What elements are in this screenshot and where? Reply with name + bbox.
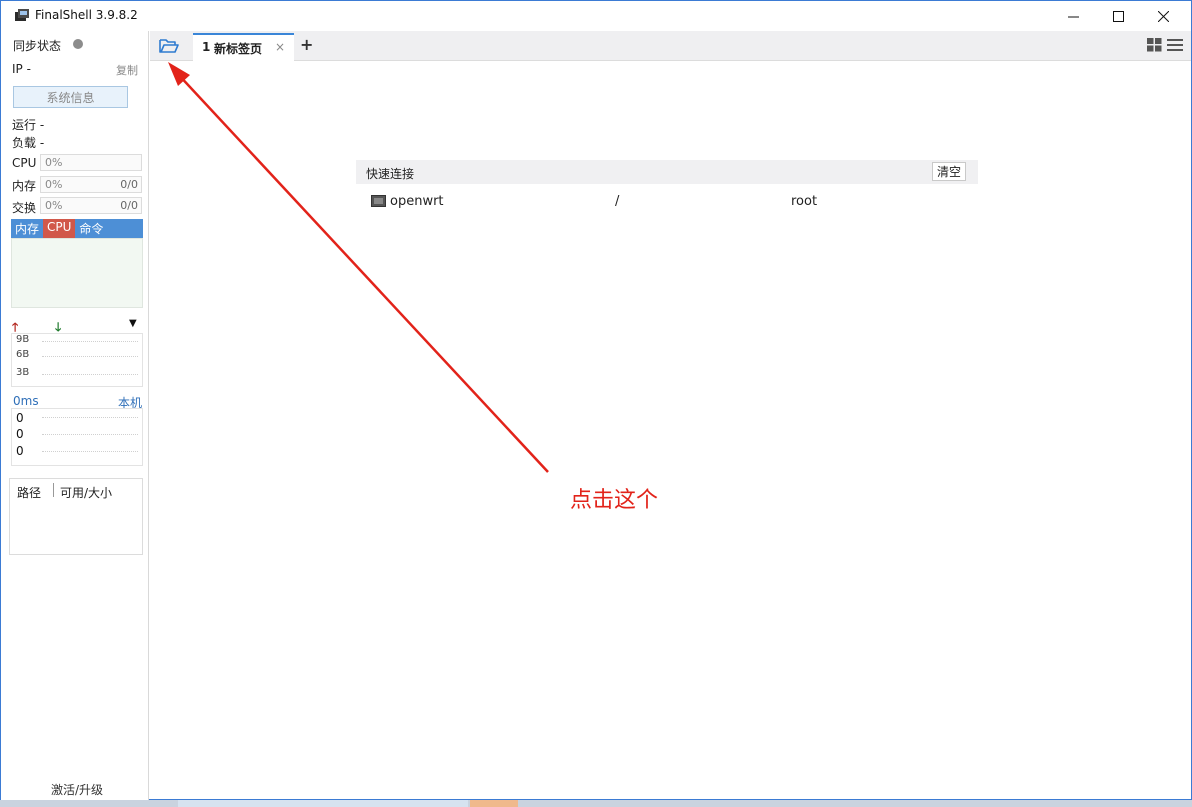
window-title: FinalShell 3.9.8.2 <box>35 8 138 22</box>
minimize-button[interactable] <box>1050 1 1096 31</box>
sidebar: 同步状态 IP - 复制 系统信息 运行 - 负载 - CPU 0% 内存 0%… <box>1 31 149 801</box>
clear-button[interactable]: 清空 <box>932 162 966 181</box>
swap-meter: 0% 0/0 <box>40 197 142 214</box>
grid-line <box>42 434 138 435</box>
disk-col-size[interactable]: 可用/大小 <box>60 484 112 501</box>
ping-value: 0 <box>16 411 24 425</box>
mem-ratio: 0/0 <box>120 178 138 191</box>
grid-line <box>42 341 138 342</box>
column-divider <box>53 483 54 497</box>
grid-view-icon[interactable] <box>1147 38 1162 52</box>
connection-user: root <box>791 194 818 209</box>
taskbar-item[interactable] <box>178 800 468 807</box>
quick-connect-title: 快速连接 <box>366 167 415 181</box>
terminal-icon <box>371 195 386 207</box>
ping-value: 0 <box>16 444 24 458</box>
add-tab-icon[interactable]: + <box>300 35 313 54</box>
maximize-button[interactable] <box>1095 1 1141 31</box>
finalshell-window: FinalShell 3.9.8.2 同步状态 IP - 复制 系统信息 运行 … <box>0 0 1192 801</box>
title-bar: FinalShell 3.9.8.2 <box>1 1 1191 31</box>
ping-latency: 0ms <box>13 394 39 408</box>
minimize-icon <box>1067 16 1079 17</box>
tab-number: 1 <box>202 40 211 54</box>
sync-status-dot-icon <box>73 39 83 49</box>
swap-ratio: 0/0 <box>120 199 138 212</box>
grid-line <box>42 417 138 418</box>
grid-line <box>42 374 138 375</box>
tab-close-icon[interactable]: × <box>275 40 285 54</box>
sync-status-label: 同步状态 <box>13 39 62 53</box>
maximize-icon <box>1112 10 1124 22</box>
swap-label: 交换 <box>12 201 37 215</box>
copy-ip-button[interactable]: 复制 <box>116 62 138 78</box>
cpu-meter: 0% <box>40 154 142 171</box>
ip-label: IP - <box>12 62 31 76</box>
connection-name: openwrt <box>390 194 444 209</box>
tab-new-tab[interactable]: 1 新标签页 × <box>193 33 294 61</box>
mem-meter: 0% 0/0 <box>40 176 142 193</box>
process-list <box>11 238 143 308</box>
grid-line <box>42 451 138 452</box>
mem-label: 内存 <box>12 179 37 193</box>
connection-path: / <box>615 194 620 209</box>
quick-connect-header: 快速连接 清空 <box>356 160 978 184</box>
load-label: 负载 - <box>12 136 45 150</box>
system-info-button[interactable]: 系统信息 <box>13 86 128 108</box>
network-interface-dropdown-icon[interactable]: ▼ <box>129 318 137 329</box>
taskbar-item[interactable] <box>470 800 518 807</box>
swap-percent: 0% <box>45 199 63 212</box>
cpu-label: CPU <box>12 156 37 170</box>
ping-graph: 0 0 0 <box>11 408 143 466</box>
ping-value: 0 <box>16 427 24 441</box>
mem-percent: 0% <box>45 178 63 191</box>
tab-bar: 1 新标签页 × + <box>150 31 1191 61</box>
net-scale-label: 6B <box>16 349 30 360</box>
disk-col-path[interactable]: 路径 <box>17 484 41 501</box>
uptime-label: 运行 - <box>12 118 45 132</box>
process-tabs: 内存 CPU 命令 <box>11 219 143 238</box>
close-button[interactable] <box>1140 1 1186 31</box>
cpu-percent: 0% <box>45 156 63 169</box>
disk-table: 路径 可用/大小 <box>9 478 143 555</box>
folder-open-icon[interactable] <box>158 37 180 55</box>
activate-upgrade-link[interactable]: 激活/升级 <box>51 781 103 798</box>
taskbar <box>0 800 1192 807</box>
menu-icon[interactable] <box>1167 38 1183 52</box>
grid-line <box>42 356 138 357</box>
net-scale-label: 3B <box>16 367 30 378</box>
network-graph: 9B 6B 3B <box>11 333 143 387</box>
net-scale-label: 9B <box>16 334 30 345</box>
tab-process-cpu[interactable]: CPU <box>43 219 76 238</box>
tab-process-memory[interactable]: 内存 <box>11 219 43 238</box>
tab-label: 新标签页 <box>214 42 263 56</box>
app-logo-icon <box>15 9 29 21</box>
close-icon <box>1157 10 1169 22</box>
annotation-text: 点击这个 <box>570 488 659 513</box>
tab-process-command[interactable]: 命令 <box>75 219 107 238</box>
quick-connect-item[interactable]: openwrt / root <box>356 190 978 214</box>
